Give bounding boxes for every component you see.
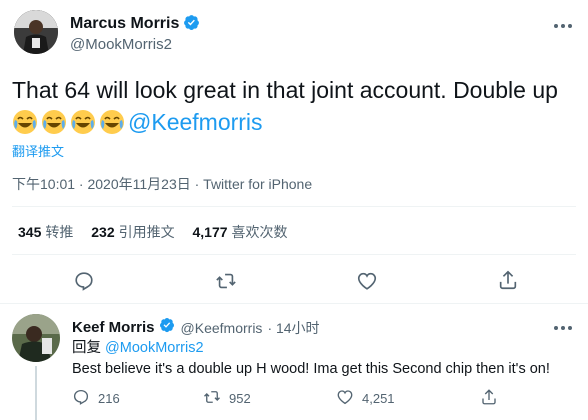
reply-time[interactable]: · 14小时 <box>267 318 319 338</box>
translate-tweet-link[interactable]: 翻译推文 <box>12 141 64 160</box>
joy-emoji-icon <box>41 109 67 143</box>
reply-retweets-stat[interactable]: 952 <box>203 388 251 409</box>
reply-likes-stat[interactable]: 4,251 <box>336 388 395 409</box>
retweets-stat[interactable]: 345 转推 <box>18 224 73 240</box>
reply-count: 216 <box>98 391 120 406</box>
likes-stat[interactable]: 4,177 喜欢次数 <box>193 224 288 240</box>
author-handle[interactable]: @MookMorris2 <box>70 36 172 53</box>
joy-emoji-icon <box>99 109 125 143</box>
tweet-timestamp[interactable]: 下午10:01 · 2020年11月23日 · Twitter for iPho… <box>12 174 312 194</box>
retweet-count: 952 <box>229 391 251 406</box>
author-avatar[interactable] <box>14 10 58 54</box>
like-count: 4,251 <box>362 391 395 406</box>
reply-header: Keef Morris @Keefmorris · 14小时 <box>72 317 320 338</box>
joy-emoji-icon <box>70 109 96 143</box>
retweet-icon[interactable] <box>215 270 237 297</box>
verified-badge-icon <box>159 317 175 338</box>
author-name[interactable]: Marcus Morris <box>70 15 179 32</box>
reply-author-avatar[interactable] <box>12 314 60 362</box>
reply-icon[interactable] <box>72 388 90 409</box>
more-options-icon[interactable] <box>553 18 573 29</box>
tweet-stats: 345 转推 232 引用推文 4,177 喜欢次数 <box>18 222 288 242</box>
thread-line <box>35 366 37 420</box>
reply-author-name[interactable]: Keef Morris <box>72 319 155 336</box>
replying-to: 回复 @MookMorris2 <box>72 338 204 359</box>
quotes-stat[interactable]: 232 引用推文 <box>91 224 174 240</box>
share-icon[interactable] <box>497 269 519 296</box>
divider <box>12 254 576 255</box>
divider <box>0 303 588 304</box>
mention-link[interactable]: @Keefmorris <box>128 109 263 135</box>
reply-share-stat[interactable] <box>480 388 498 409</box>
divider <box>12 206 576 207</box>
reply-more-options-icon[interactable] <box>553 320 573 331</box>
replying-prefix: 回复 <box>72 340 101 356</box>
replying-to-link[interactable]: @MookMorris2 <box>105 340 204 356</box>
retweet-icon[interactable] <box>203 388 221 409</box>
like-icon[interactable] <box>336 388 354 409</box>
author-name-row: Marcus Morris <box>70 14 200 36</box>
share-icon[interactable] <box>480 388 498 409</box>
reply-replies-stat[interactable]: 216 <box>72 388 120 409</box>
reply-icon[interactable] <box>73 270 95 297</box>
reply-text: Best believe it's a double up H wood! Im… <box>72 361 550 377</box>
reply-author-handle[interactable]: @Keefmorris <box>181 320 263 336</box>
like-icon[interactable] <box>356 270 378 297</box>
tweet-text-line1: That 64 will look great in that joint ac… <box>12 77 558 103</box>
verified-badge-icon <box>183 14 200 36</box>
tweet-text-line2: @Keefmorris <box>12 106 263 143</box>
joy-emoji-icon <box>12 109 38 143</box>
